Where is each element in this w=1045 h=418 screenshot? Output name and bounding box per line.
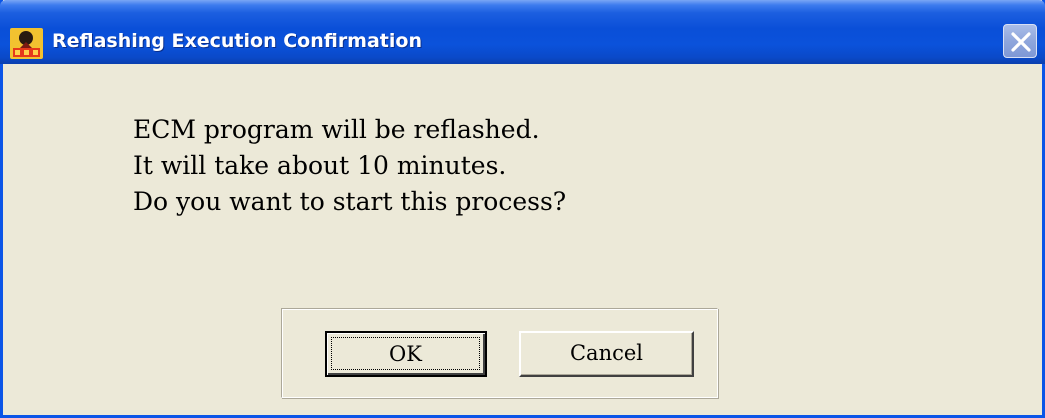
- message-line: ECM program will be reflashed.: [133, 115, 540, 144]
- close-icon: [1011, 32, 1031, 52]
- title-bar[interactable]: Reflashing Execution Confirmation: [0, 0, 1045, 64]
- ok-button[interactable]: OK: [325, 331, 487, 377]
- button-group: OK Cancel: [281, 308, 718, 398]
- message-line: It will take about 10 minutes.: [133, 151, 507, 180]
- message-line: Do you want to start this process?: [133, 187, 567, 216]
- cancel-button[interactable]: Cancel: [519, 331, 694, 377]
- confirmation-message: ECM program will be reflashed. It will t…: [133, 112, 566, 220]
- dds-app-icon: [10, 28, 43, 59]
- close-button[interactable]: [1003, 24, 1037, 58]
- window-title: Reflashing Execution Confirmation: [52, 30, 422, 52]
- dialog-window: Reflashing Execution Confirmation ECM pr…: [0, 0, 1045, 418]
- ok-button-label: OK: [331, 337, 480, 370]
